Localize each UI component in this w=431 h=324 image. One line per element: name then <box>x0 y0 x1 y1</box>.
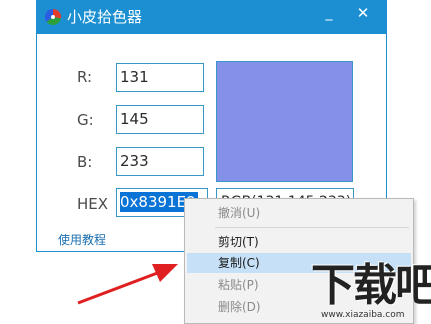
g-value-field[interactable]: 145 <box>116 105 204 134</box>
watermark-url: www.xiazaiba.com <box>321 310 405 320</box>
g-label: G: <box>77 111 94 129</box>
watermark-logo: 下载吧 <box>311 260 431 311</box>
b-label: B: <box>77 153 93 171</box>
menu-item-cut[interactable]: 剪切(T) <box>187 232 411 252</box>
menu-separator <box>215 227 409 228</box>
minimize-button[interactable]: _ <box>312 1 346 29</box>
r-label: R: <box>77 68 93 86</box>
hex-label: HEX <box>77 195 109 213</box>
help-link[interactable]: 使用教程 <box>58 231 106 248</box>
color-preview-swatch <box>216 61 353 182</box>
close-button[interactable]: ✕ <box>346 1 380 29</box>
r-value-field[interactable]: 131 <box>116 63 204 92</box>
watermark: 下载吧 www.xiazaiba.com <box>307 260 431 322</box>
menu-item-undo[interactable]: 撤消(U) <box>187 203 411 223</box>
title-bar[interactable]: 小皮拾色器 _ ✕ <box>37 1 386 34</box>
window-title: 小皮拾色器 <box>67 8 143 26</box>
b-value-field[interactable]: 233 <box>116 147 204 176</box>
color-wheel-icon <box>45 9 61 25</box>
